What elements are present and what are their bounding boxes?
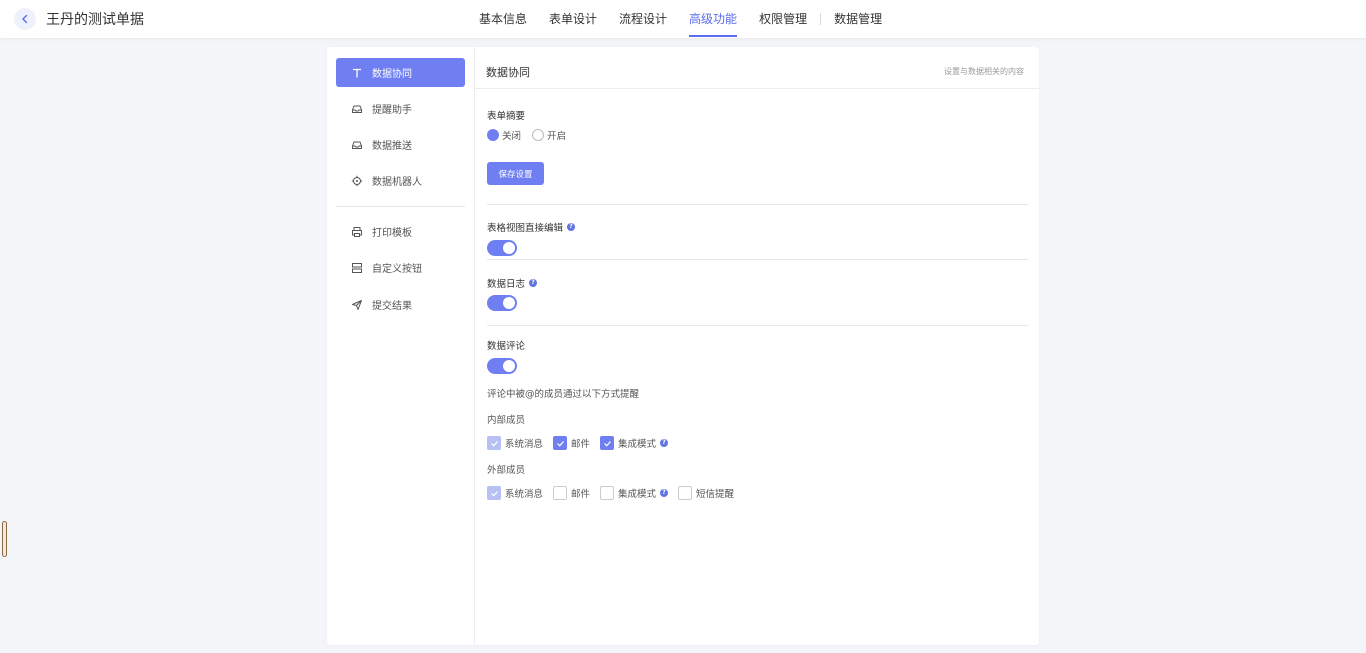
data-log-toggle[interactable] xyxy=(487,295,517,311)
check-icon xyxy=(603,440,611,447)
internal-integration-label: 集成模式 ? xyxy=(618,436,669,450)
check-icon xyxy=(490,440,498,447)
toggle-knob xyxy=(503,242,515,254)
sidebar-item-label: 数据协同 xyxy=(372,69,412,80)
external-system-msg-checkbox[interactable] xyxy=(487,486,501,500)
table-edit-toggle[interactable] xyxy=(487,240,517,256)
save-settings-button[interactable]: 保存设置 xyxy=(487,162,544,185)
radio-on-label: 开启 xyxy=(547,131,567,142)
toggle-knob xyxy=(503,297,515,309)
divider xyxy=(487,204,1028,205)
external-members-label: 外部成员 xyxy=(487,465,526,476)
sidebar-item-reminder[interactable]: 提醒助手 xyxy=(336,94,465,123)
internal-integration-checkbox[interactable] xyxy=(600,436,615,450)
help-icon[interactable]: ? xyxy=(660,489,669,497)
sidebar-item-label: 打印模板 xyxy=(372,228,412,239)
comments-toggle[interactable] xyxy=(487,358,517,374)
tab-permissions[interactable]: 权限管理 xyxy=(748,0,818,38)
sidebar-item-data-collab[interactable]: 数据协同 xyxy=(336,58,465,87)
check-icon xyxy=(490,490,498,497)
external-email-label: 邮件 xyxy=(571,489,591,500)
divider xyxy=(487,259,1028,260)
tab-divider xyxy=(820,13,822,25)
external-sms-label: 短信提醒 xyxy=(696,489,735,500)
external-sms-checkbox[interactable] xyxy=(678,486,693,500)
main-tabs: 基本信息 表单设计 流程设计 高级功能 权限管理 数据管理 xyxy=(468,0,893,38)
toggle-knob xyxy=(503,360,515,372)
sidebar-divider xyxy=(336,206,465,207)
radio-off-label: 关闭 xyxy=(502,131,522,142)
data-log-label: 数据日志 ? xyxy=(487,276,538,290)
internal-members-options: 系统消息 邮件 集成模式 ? xyxy=(487,436,678,450)
robot-icon xyxy=(351,175,363,187)
sidebar-item-label: 数据机器人 xyxy=(372,177,422,188)
summary-radio-group: 关闭 开启 xyxy=(487,128,577,142)
settings-card: 数据协同 提醒助手 数据推送 数据机器人 打印模板 自定义按钮 提交结果 数据协… xyxy=(327,47,1039,645)
sidebar-item-submit-result[interactable]: 提交结果 xyxy=(336,290,465,319)
external-system-msg-label: 系统消息 xyxy=(505,489,544,500)
inbox-icon xyxy=(351,139,363,151)
check-icon xyxy=(556,440,564,447)
external-email-checkbox[interactable] xyxy=(553,486,568,500)
layout-icon xyxy=(351,262,363,274)
data-log-label-text: 数据日志 xyxy=(487,279,526,290)
external-members-options: 系统消息 邮件 集成模式 ? 短信提醒 xyxy=(487,486,744,500)
divider xyxy=(487,325,1028,326)
form-title: 王丹的测试单据 xyxy=(46,12,144,28)
panel-content: 表单摘要 关闭 开启 保存设置 表格视图直接编辑 ? 数据日志 ? 数据评论 评… xyxy=(487,47,1028,645)
help-icon[interactable]: ? xyxy=(529,279,538,287)
help-icon[interactable]: ? xyxy=(567,223,576,231)
printer-icon xyxy=(351,226,363,238)
sidebar-item-label: 提醒助手 xyxy=(372,105,412,116)
external-integration-label-text: 集成模式 xyxy=(618,489,657,500)
comments-notify-text: 评论中被@的成员通过以下方式提醒 xyxy=(487,389,640,400)
top-bar: 王丹的测试单据 基本信息 表单设计 流程设计 高级功能 权限管理 数据管理 xyxy=(0,0,1366,38)
text-t-icon xyxy=(351,67,363,79)
radio-off[interactable] xyxy=(487,129,499,141)
inbox-icon xyxy=(351,103,363,115)
tab-form-design[interactable]: 表单设计 xyxy=(538,0,608,38)
external-integration-checkbox[interactable] xyxy=(600,486,615,500)
internal-email-label: 邮件 xyxy=(571,439,591,450)
tab-data-management[interactable]: 数据管理 xyxy=(823,0,893,38)
scroll-handle[interactable] xyxy=(2,521,7,557)
sidebar-item-data-robot[interactable]: 数据机器人 xyxy=(336,166,465,195)
comments-label: 数据评论 xyxy=(487,341,526,352)
internal-system-msg-checkbox[interactable] xyxy=(487,436,501,450)
internal-email-checkbox[interactable] xyxy=(553,436,568,450)
send-icon xyxy=(351,299,363,311)
table-edit-label-text: 表格视图直接编辑 xyxy=(487,223,564,234)
chevron-left-icon xyxy=(22,14,28,24)
internal-integration-label-text: 集成模式 xyxy=(618,439,657,450)
external-integration-label: 集成模式 ? xyxy=(618,486,669,500)
table-edit-label: 表格视图直接编辑 ? xyxy=(487,220,576,234)
sidebar-item-label: 提交结果 xyxy=(372,301,412,312)
tab-process-design[interactable]: 流程设计 xyxy=(608,0,678,38)
internal-members-label: 内部成员 xyxy=(487,415,526,426)
sidebar-item-print-template[interactable]: 打印模板 xyxy=(336,217,465,246)
sidebar-item-data-push[interactable]: 数据推送 xyxy=(336,130,465,159)
sidebar-item-custom-button[interactable]: 自定义按钮 xyxy=(336,253,465,282)
sidebar-item-label: 数据推送 xyxy=(372,141,412,152)
back-button[interactable] xyxy=(14,8,36,30)
internal-system-msg-label: 系统消息 xyxy=(505,439,544,450)
tab-advanced[interactable]: 高级功能 xyxy=(678,0,748,38)
sidebar-item-label: 自定义按钮 xyxy=(372,264,422,275)
sidebar: 数据协同 提醒助手 数据推送 数据机器人 打印模板 自定义按钮 提交结果 xyxy=(327,47,475,645)
summary-label: 表单摘要 xyxy=(487,111,526,122)
tab-basic-info[interactable]: 基本信息 xyxy=(468,0,538,38)
radio-on[interactable] xyxy=(532,129,545,141)
help-icon[interactable]: ? xyxy=(660,439,669,447)
